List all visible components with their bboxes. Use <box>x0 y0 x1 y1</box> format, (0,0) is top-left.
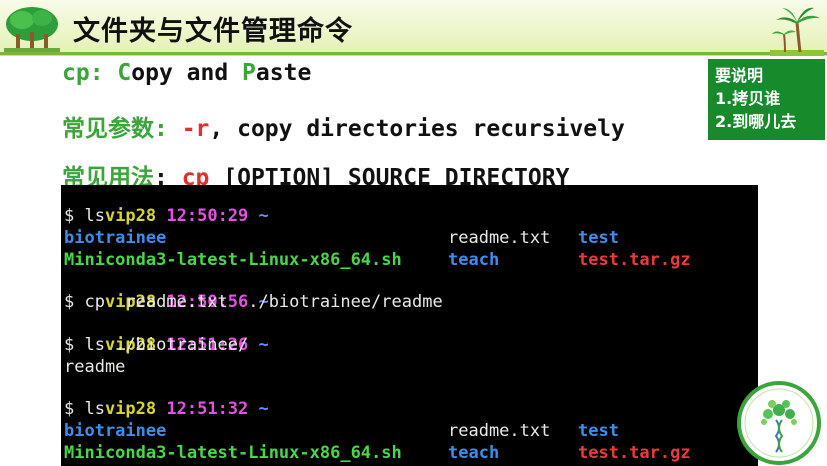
command-output: readme <box>64 357 126 377</box>
prompt-time: 12:50:29 <box>166 206 249 226</box>
colon: : <box>89 60 118 86</box>
command-line: $ ls <box>64 206 105 226</box>
recursive-flag: -r <box>181 116 210 142</box>
tree-dna-badge-icon <box>737 381 821 465</box>
green-tree-logo-icon <box>4 7 60 52</box>
ls-output-row: biotrainee readme.txt test <box>64 421 754 442</box>
prompt-line: vip28 12:50:56 ~ <box>64 271 269 312</box>
word-opy: opy <box>131 60 187 86</box>
prompt-dir: ~ <box>258 335 269 355</box>
letter-c: C <box>117 60 132 86</box>
slide-header: 文件夹与文件管理命令 <box>0 0 827 56</box>
prompt-line: vip28 12:51:26 ~ <box>64 314 269 355</box>
terminal-window: vip28 12:50:29 ~ $ ls biotrainee readme.… <box>61 185 758 466</box>
prompt-dir: ~ <box>258 206 269 226</box>
dir-biotrainee: biotrainee <box>64 228 167 248</box>
file-miniconda-installer: Miniconda3-latest-Linux-x86_64.sh <box>64 250 402 270</box>
note-item-1: 1.拷贝谁 <box>715 89 781 108</box>
recursive-description: , copy directories recursively <box>209 116 625 142</box>
dir-teach: teach <box>448 250 500 270</box>
file-test-tar: test.tar.gz <box>578 443 691 463</box>
prompt-user: vip28 <box>104 399 157 419</box>
cp-command: cp <box>62 60 90 86</box>
page-title: 文件夹与文件管理命令 <box>73 16 353 47</box>
command-line: $ cp readme.txt ./biotrainee/readme <box>64 292 443 312</box>
note-box: 要说明 1.拷贝谁 2.到哪儿去 <box>708 59 825 140</box>
cp-description-line: cp: Copy and Paste <box>62 60 311 86</box>
header-divider-thin <box>0 55 827 56</box>
ls-output-row: Miniconda3-latest-Linux-x86_64.sh teach … <box>64 250 754 271</box>
word-aste: aste <box>255 60 312 86</box>
colon: : <box>154 116 182 142</box>
dir-teach: teach <box>448 443 500 463</box>
word-and: and <box>186 60 243 86</box>
note-title: 要说明 <box>715 66 764 85</box>
file-readme: readme.txt <box>448 228 551 248</box>
file-miniconda-installer: Miniconda3-latest-Linux-x86_64.sh <box>64 443 402 463</box>
ls-output-row: Miniconda3-latest-Linux-x86_64.sh teach … <box>64 443 754 464</box>
common-params-line: 常见参数: -r, copy directories recursively <box>62 109 625 143</box>
common-params-label: 常见参数 <box>62 116 154 142</box>
command-line: $ ls ./biotrainee/ <box>64 335 249 355</box>
dir-test: test <box>578 421 619 441</box>
prompt-time: 12:51:32 <box>166 399 249 419</box>
prompt-line: vip28 12:50:29 ~ <box>64 185 269 226</box>
dir-test: test <box>578 228 619 248</box>
prompt-dir: ~ <box>258 399 269 419</box>
file-readme: readme.txt <box>448 421 551 441</box>
note-item-2: 2.到哪儿去 <box>715 112 797 131</box>
dir-biotrainee: biotrainee <box>64 421 167 441</box>
prompt-user: vip28 <box>104 206 157 226</box>
letter-p: P <box>242 60 256 86</box>
file-test-tar: test.tar.gz <box>578 250 691 270</box>
prompt-line: vip28 12:51:32 ~ <box>64 378 269 419</box>
ls-output-row: biotrainee readme.txt test <box>64 228 754 249</box>
palm-tree-icon <box>770 7 824 56</box>
command-line: $ ls <box>64 399 105 419</box>
